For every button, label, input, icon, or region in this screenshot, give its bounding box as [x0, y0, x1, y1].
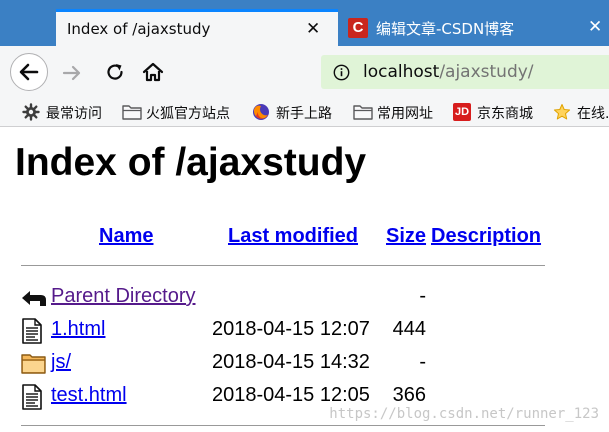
navigation-toolbar: localhost/ajaxstudy/ [0, 46, 609, 98]
file-size: - [419, 351, 426, 373]
sort-by-description-link[interactable]: Description [431, 225, 541, 248]
firefox-icon [253, 104, 269, 120]
file-size: 366 [392, 384, 426, 406]
file-link[interactable]: test.html [51, 384, 127, 407]
home-icon[interactable] [141, 60, 165, 84]
tab-strip: Index of /ajaxstudy ✕ C 编辑文章-CSDN博客 ✕ [0, 0, 609, 46]
last-modified: 2018-04-15 12:07 [212, 318, 370, 340]
url-text: localhost/ajaxstudy/ [363, 62, 534, 82]
url-path: /ajaxstudy/ [439, 62, 534, 82]
header-divider [21, 265, 545, 266]
reload-icon[interactable] [103, 60, 127, 84]
file-size: - [419, 285, 426, 307]
tab-csdn-editor[interactable]: C 编辑文章-CSDN博客 ✕ [338, 9, 609, 46]
folder-icon [353, 105, 373, 120]
last-modified: 2018-04-15 14:32 [212, 351, 370, 373]
sort-by-name-link[interactable]: Name [99, 225, 153, 248]
jd-icon: JD [453, 103, 471, 121]
folder-icon [122, 105, 142, 120]
folder-icon [21, 354, 46, 374]
sort-by-size-link[interactable]: Size [386, 225, 426, 248]
last-modified: 2018-04-15 12:05 [212, 384, 370, 406]
arrow-right-icon[interactable] [60, 61, 84, 85]
bookmarks-toolbar: 最常访问 火狐官方站点 新手上路 常用网址 JD 京东商城 在线... [0, 98, 609, 127]
info-icon[interactable] [333, 64, 350, 81]
table-row: 1.html 2018-04-15 12:07 444 [0, 316, 609, 346]
url-host: localhost [363, 62, 440, 82]
tab-title: Index of /ajaxstudy [67, 20, 211, 38]
tab-index-ajaxstudy[interactable]: Index of /ajaxstudy ✕ [56, 9, 338, 46]
table-row: js/ 2018-04-15 14:32 - [0, 349, 609, 379]
footer-divider [21, 425, 545, 426]
file-link[interactable]: js/ [51, 351, 71, 374]
url-bar[interactable]: localhost/ajaxstudy/ [321, 55, 609, 89]
file-link[interactable]: Parent Directory [51, 285, 196, 308]
file-link[interactable]: 1.html [51, 318, 105, 341]
sort-by-last-modified-link[interactable]: Last modified [228, 225, 358, 248]
tab-title: 编辑文章-CSDN博客 [376, 20, 515, 38]
close-tab-icon[interactable]: ✕ [306, 21, 320, 38]
arrow-left-icon [19, 63, 39, 81]
page-title: Index of /ajaxstudy [15, 141, 367, 184]
csdn-logo-icon: C [348, 18, 368, 38]
file-icon [22, 318, 42, 344]
close-tab-icon[interactable]: ✕ [588, 19, 602, 36]
gear-icon [22, 103, 40, 121]
back-arrow-icon [22, 291, 46, 306]
file-size: 444 [392, 318, 426, 340]
page-content: Index of /ajaxstudy Name Last modified S… [0, 127, 609, 432]
back-button[interactable] [10, 53, 48, 91]
file-icon [22, 384, 42, 410]
watermark: https://blog.csdn.net/runner_123 [329, 406, 599, 422]
table-row: Parent Directory - [0, 283, 609, 313]
star-icon [553, 104, 571, 120]
